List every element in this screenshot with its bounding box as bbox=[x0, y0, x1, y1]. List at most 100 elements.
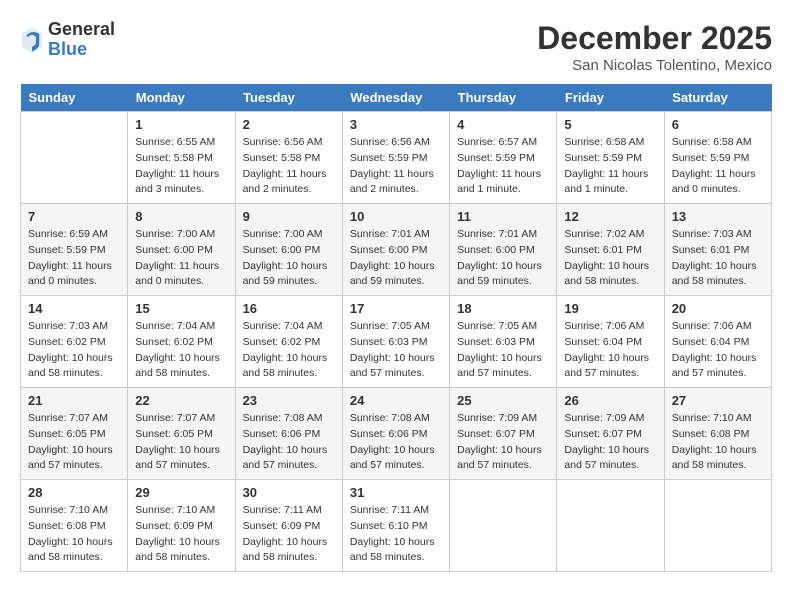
day-info: Sunrise: 6:57 AMSunset: 5:59 PMDaylight:… bbox=[457, 135, 549, 198]
calendar-cell: 5Sunrise: 6:58 AMSunset: 5:59 PMDaylight… bbox=[557, 112, 664, 204]
day-number: 27 bbox=[672, 393, 764, 408]
calendar-cell: 18Sunrise: 7:05 AMSunset: 6:03 PMDayligh… bbox=[450, 296, 557, 388]
header-row: SundayMondayTuesdayWednesdayThursdayFrid… bbox=[21, 84, 772, 112]
calendar-cell: 2 Sunrise: 6:56 AMSunset: 5:58 PMDaylight… bbox=[235, 112, 342, 204]
day-info: Sunrise: 6:55 AMSunset: 5:58 PMDaylight:… bbox=[135, 135, 227, 198]
day-number: 15 bbox=[135, 301, 227, 316]
day-number: 1 bbox=[135, 117, 227, 132]
calendar-cell: 15 Sunrise: 7:04 AMSunset: 6:02 PMDayligh… bbox=[128, 296, 235, 388]
column-header-monday: Monday bbox=[128, 84, 235, 112]
column-header-wednesday: Wednesday bbox=[342, 84, 449, 112]
day-number: 28 bbox=[28, 485, 120, 500]
day-info: Sunrise: 7:10 AMSunset: 6:08 PMDaylight:… bbox=[28, 503, 120, 566]
day-number: 30 bbox=[243, 485, 335, 500]
calendar-cell: 11Sunrise: 7:01 AMSunset: 6:00 PMDayligh… bbox=[450, 204, 557, 296]
day-info: Sunrise: 7:07 AMSunset: 6:05 PMDaylight:… bbox=[135, 411, 227, 474]
calendar-cell: 25 Sunrise: 7:09 AMSunset: 6:07 PMDayligh… bbox=[450, 388, 557, 480]
day-info: Sunrise: 7:04 AMSunset: 6:02 PMDaylight:… bbox=[243, 319, 335, 382]
day-number: 12 bbox=[564, 209, 656, 224]
calendar-cell: 6 Sunrise: 6:58 AMSunset: 5:59 PMDaylight… bbox=[664, 112, 771, 204]
day-info: Sunrise: 7:05 AMSunset: 6:03 PMDaylight:… bbox=[350, 319, 442, 382]
day-number: 7 bbox=[28, 209, 120, 224]
calendar-cell bbox=[557, 480, 664, 572]
day-info: Sunrise: 7:10 AMSunset: 6:08 PMDaylight:… bbox=[672, 411, 764, 474]
calendar-cell: 12 Sunrise: 7:02 AMSunset: 6:01 PMDayligh… bbox=[557, 204, 664, 296]
calendar-cell: 28 Sunrise: 7:10 AMSunset: 6:08 PMDayligh… bbox=[21, 480, 128, 572]
calendar-cell: 22 Sunrise: 7:07 AMSunset: 6:05 PMDayligh… bbox=[128, 388, 235, 480]
calendar-cell: 17 Sunrise: 7:05 AMSunset: 6:03 PMDayligh… bbox=[342, 296, 449, 388]
day-number: 19 bbox=[564, 301, 656, 316]
day-number: 16 bbox=[243, 301, 335, 316]
page-header: General Blue December 2025 San Nicolas T… bbox=[20, 20, 772, 74]
week-row-1: 1 Sunrise: 6:55 AMSunset: 5:58 PMDaylight… bbox=[21, 112, 772, 204]
calendar-cell: 8 Sunrise: 7:00 AMSunset: 6:00 PMDaylight… bbox=[128, 204, 235, 296]
column-header-tuesday: Tuesday bbox=[235, 84, 342, 112]
day-number: 31 bbox=[350, 485, 442, 500]
day-info: Sunrise: 7:09 AMSunset: 6:07 PMDaylight:… bbox=[564, 411, 656, 474]
calendar-cell: 16 Sunrise: 7:04 AMSunset: 6:02 PMDayligh… bbox=[235, 296, 342, 388]
day-info: Sunrise: 6:58 AMSunset: 5:59 PMDaylight:… bbox=[672, 135, 764, 198]
calendar-cell: 26 Sunrise: 7:09 AMSunset: 6:07 PMDayligh… bbox=[557, 388, 664, 480]
day-number: 26 bbox=[564, 393, 656, 408]
day-number: 11 bbox=[457, 209, 549, 224]
day-number: 25 bbox=[457, 393, 549, 408]
column-header-sunday: Sunday bbox=[21, 84, 128, 112]
day-info: Sunrise: 7:03 AMSunset: 6:02 PMDaylight:… bbox=[28, 319, 120, 382]
day-number: 6 bbox=[672, 117, 764, 132]
calendar-cell: 21 Sunrise: 7:07 AMSunset: 6:05 PMDayligh… bbox=[21, 388, 128, 480]
calendar-cell: 14 Sunrise: 7:03 AMSunset: 6:02 PMDayligh… bbox=[21, 296, 128, 388]
calendar-table: SundayMondayTuesdayWednesdayThursdayFrid… bbox=[20, 84, 772, 572]
calendar-cell: 23Sunrise: 7:08 AMSunset: 6:06 PMDayligh… bbox=[235, 388, 342, 480]
day-number: 24 bbox=[350, 393, 442, 408]
week-row-3: 14 Sunrise: 7:03 AMSunset: 6:02 PMDayligh… bbox=[21, 296, 772, 388]
calendar-cell: 29Sunrise: 7:10 AMSunset: 6:09 PMDayligh… bbox=[128, 480, 235, 572]
calendar-cell: 3 Sunrise: 6:56 AMSunset: 5:59 PMDaylight… bbox=[342, 112, 449, 204]
calendar-cell: 19Sunrise: 7:06 AMSunset: 6:04 PMDayligh… bbox=[557, 296, 664, 388]
title-area: December 2025 San Nicolas Tolentino, Mex… bbox=[537, 20, 772, 74]
calendar-cell: 24 Sunrise: 7:08 AMSunset: 6:06 PMDayligh… bbox=[342, 388, 449, 480]
day-number: 21 bbox=[28, 393, 120, 408]
calendar-cell: 27 Sunrise: 7:10 AMSunset: 6:08 PMDayligh… bbox=[664, 388, 771, 480]
calendar-cell: 13Sunrise: 7:03 AMSunset: 6:01 PMDayligh… bbox=[664, 204, 771, 296]
day-number: 8 bbox=[135, 209, 227, 224]
day-info: Sunrise: 7:11 AMSunset: 6:09 PMDaylight:… bbox=[243, 503, 335, 566]
calendar-cell: 20Sunrise: 7:06 AMSunset: 6:04 PMDayligh… bbox=[664, 296, 771, 388]
day-number: 23 bbox=[243, 393, 335, 408]
calendar-cell: 9Sunrise: 7:00 AMSunset: 6:00 PMDaylight… bbox=[235, 204, 342, 296]
day-info: Sunrise: 7:11 AMSunset: 6:10 PMDaylight:… bbox=[350, 503, 442, 566]
day-number: 5 bbox=[564, 117, 656, 132]
logo: General Blue bbox=[20, 20, 115, 60]
day-number: 17 bbox=[350, 301, 442, 316]
logo-blue-text: Blue bbox=[48, 39, 87, 59]
location: San Nicolas Tolentino, Mexico bbox=[537, 57, 772, 74]
day-info: Sunrise: 7:00 AMSunset: 6:00 PMDaylight:… bbox=[135, 227, 227, 290]
day-info: Sunrise: 7:07 AMSunset: 6:05 PMDaylight:… bbox=[28, 411, 120, 474]
week-row-4: 21 Sunrise: 7:07 AMSunset: 6:05 PMDayligh… bbox=[21, 388, 772, 480]
day-number: 14 bbox=[28, 301, 120, 316]
calendar-cell: 7Sunrise: 6:59 AMSunset: 5:59 PMDaylight… bbox=[21, 204, 128, 296]
logo-icon bbox=[20, 26, 44, 54]
day-info: Sunrise: 6:56 AMSunset: 5:58 PMDaylight:… bbox=[243, 135, 335, 198]
day-number: 13 bbox=[672, 209, 764, 224]
day-info: Sunrise: 7:04 AMSunset: 6:02 PMDaylight:… bbox=[135, 319, 227, 382]
day-number: 3 bbox=[350, 117, 442, 132]
day-info: Sunrise: 6:56 AMSunset: 5:59 PMDaylight:… bbox=[350, 135, 442, 198]
day-number: 22 bbox=[135, 393, 227, 408]
calendar-cell: 30 Sunrise: 7:11 AMSunset: 6:09 PMDayligh… bbox=[235, 480, 342, 572]
day-info: Sunrise: 7:01 AMSunset: 6:00 PMDaylight:… bbox=[350, 227, 442, 290]
day-number: 29 bbox=[135, 485, 227, 500]
day-number: 9 bbox=[243, 209, 335, 224]
day-number: 2 bbox=[243, 117, 335, 132]
day-number: 4 bbox=[457, 117, 549, 132]
day-info: Sunrise: 7:09 AMSunset: 6:07 PMDaylight:… bbox=[457, 411, 549, 474]
week-row-5: 28 Sunrise: 7:10 AMSunset: 6:08 PMDayligh… bbox=[21, 480, 772, 572]
day-number: 10 bbox=[350, 209, 442, 224]
logo-general-text: General bbox=[48, 19, 115, 39]
calendar-cell bbox=[664, 480, 771, 572]
day-info: Sunrise: 7:08 AMSunset: 6:06 PMDaylight:… bbox=[350, 411, 442, 474]
column-header-friday: Friday bbox=[557, 84, 664, 112]
column-header-saturday: Saturday bbox=[664, 84, 771, 112]
calendar-cell: 10 Sunrise: 7:01 AMSunset: 6:00 PMDayligh… bbox=[342, 204, 449, 296]
day-info: Sunrise: 7:02 AMSunset: 6:01 PMDaylight:… bbox=[564, 227, 656, 290]
calendar-cell: 4 Sunrise: 6:57 AMSunset: 5:59 PMDaylight… bbox=[450, 112, 557, 204]
